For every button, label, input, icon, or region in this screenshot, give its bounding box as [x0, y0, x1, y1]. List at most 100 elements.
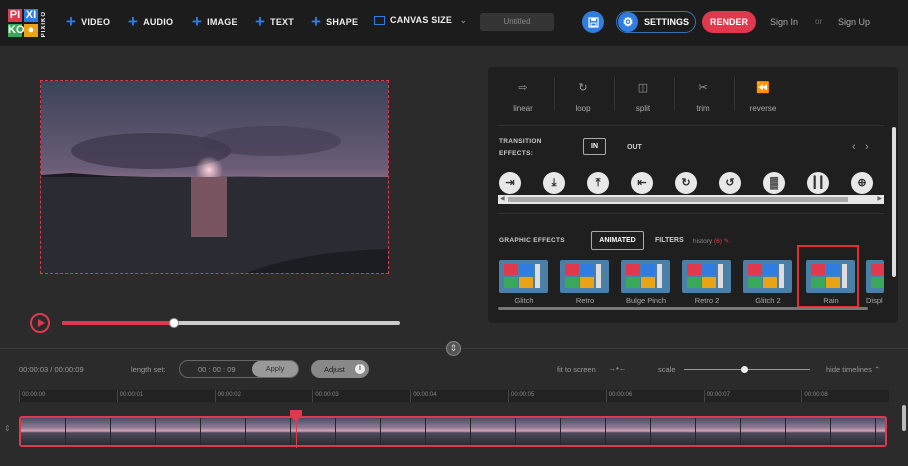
arrow-down-icon[interactable]: ⤓: [543, 172, 565, 194]
length-value[interactable]: 00 : 00 : 09: [198, 365, 236, 374]
effect-thumbnail[interactable]: [499, 260, 548, 293]
divider: [614, 77, 615, 111]
timeline-ruler[interactable]: 00:00:00 00:00:01 00:00:02 00:00:03 00:00:04…: [19, 390, 889, 402]
adjust-button[interactable]: Adjust i: [311, 360, 369, 378]
ruler-tick-line: [116, 390, 118, 402]
effect-thumbnail[interactable]: [866, 260, 884, 293]
timeline-scrollbar[interactable]: [902, 405, 906, 431]
ruler-tick-line: [214, 390, 216, 402]
ruler-tick-label: 00:00:08: [804, 392, 828, 398]
split-icon: ◫: [637, 82, 649, 94]
tool-trim[interactable]: ✂ trim: [676, 75, 730, 119]
settings-button[interactable]: ⚙ SETTINGS: [616, 11, 696, 33]
tab-in[interactable]: IN: [583, 138, 606, 155]
effect-label: Bulge Pinch: [625, 296, 667, 305]
filmstrip-frame: [876, 418, 885, 445]
length-input[interactable]: 00 : 00 : 09 Apply: [179, 360, 299, 378]
video-track-clip[interactable]: [19, 416, 887, 447]
ruler-tick-line: [801, 390, 803, 402]
rotate-cw-icon[interactable]: ↻: [675, 172, 697, 194]
rotate-ccw-icon[interactable]: ↺: [719, 172, 741, 194]
filmstrip-frame: [381, 418, 426, 445]
add-audio-button[interactable]: + AUDIO: [128, 12, 173, 31]
ruler-tick-label: 00:00:04: [413, 392, 437, 398]
tool-reverse[interactable]: ⏪ reverse: [736, 75, 790, 119]
chevron-left-icon[interactable]: ‹: [852, 141, 856, 153]
effect-label: Displ: [866, 296, 883, 305]
add-text-button[interactable]: + TEXT: [255, 13, 294, 30]
filmstrip-frame: [741, 418, 786, 445]
play-button[interactable]: [30, 313, 50, 333]
effect-thumbnail[interactable]: [743, 260, 792, 293]
tool-label: loop: [575, 104, 591, 113]
pixiko-logo-icon: [504, 264, 540, 288]
add-shape-button[interactable]: + SHAPE: [311, 12, 358, 31]
sign-up-link[interactable]: Sign Up: [838, 17, 870, 27]
fit-arrows-icon[interactable]: →•←: [608, 364, 627, 373]
ruler-tick-label: 00:00:07: [706, 392, 730, 398]
checker-fade-icon[interactable]: ▓: [763, 172, 785, 194]
transition-effects-label: TRANSITION EFFECTS:: [499, 136, 542, 160]
project-name-input[interactable]: Untitled: [480, 13, 554, 31]
scroll-left-icon[interactable]: ◀: [500, 195, 505, 202]
apply-button[interactable]: Apply: [252, 361, 298, 377]
plus-icon: +: [192, 12, 203, 31]
tab-out[interactable]: OUT: [627, 144, 642, 151]
fit-to-screen-button[interactable]: fit to screen: [557, 365, 596, 374]
panel-scrollbar[interactable]: [892, 127, 896, 277]
filmstrip-frame: [606, 418, 651, 445]
ruler-tick-line: [312, 390, 314, 402]
scale-slider[interactable]: [684, 366, 810, 373]
playhead-marker[interactable]: [289, 410, 302, 422]
chevron-up-icon: ⌃: [873, 365, 881, 374]
plus-icon: +: [128, 12, 139, 31]
zoom-in-icon[interactable]: ⊕: [851, 172, 873, 194]
info-icon[interactable]: i: [355, 364, 365, 374]
seek-knob[interactable]: [168, 318, 179, 328]
ruler-tick-line: [410, 390, 412, 402]
tool-linear[interactable]: ⇨ linear: [496, 75, 550, 119]
logo-tile: KO: [8, 24, 25, 37]
scale-slider-knob[interactable]: [741, 366, 749, 373]
tool-split[interactable]: ◫ split: [616, 75, 670, 119]
effect-thumbnail[interactable]: [621, 260, 670, 293]
seek-bar[interactable]: [62, 318, 400, 328]
render-button[interactable]: RENDER: [702, 11, 756, 33]
arrow-right-bar-icon[interactable]: ⇥: [499, 172, 521, 194]
gear-icon: ⚙: [618, 12, 638, 32]
effect-label: Retro: [575, 296, 595, 305]
arrow-up-icon[interactable]: ⤒: [587, 172, 609, 194]
canvas-size-dropdown[interactable]: CANVAS SIZE ⌄: [374, 15, 467, 25]
filmstrip-frame: [426, 418, 471, 445]
tool-label: split: [635, 104, 651, 113]
effect-thumbnail[interactable]: [682, 260, 731, 293]
loop-icon: ↻: [578, 82, 588, 94]
add-image-button[interactable]: + IMAGE: [192, 12, 238, 31]
video-preview[interactable]: [40, 80, 389, 274]
plus-icon: +: [311, 12, 322, 31]
effects-scrollbar[interactable]: [498, 307, 868, 310]
sign-in-link[interactable]: Sign In: [770, 17, 798, 27]
pixiko-logo[interactable]: PI XI KO ● PIXIKO: [8, 7, 48, 39]
history-link[interactable]: history (6) ✎: [693, 237, 729, 245]
add-video-button[interactable]: + VIDEO: [66, 13, 110, 30]
transition-scrollbar[interactable]: ◀ ▶: [498, 195, 884, 204]
chevron-right-icon[interactable]: ›: [865, 141, 869, 153]
hide-timelines-button[interactable]: hide timelines ⌃: [826, 365, 880, 374]
transition-label-line: TRANSITION: [499, 138, 542, 145]
save-button[interactable]: [582, 11, 604, 33]
effect-thumbnail[interactable]: [560, 260, 609, 293]
tool-loop[interactable]: ↻ loop: [556, 75, 610, 119]
tab-animated[interactable]: ANIMATED: [591, 231, 644, 250]
scroll-thumb[interactable]: [508, 197, 848, 202]
collapse-toggle-icon[interactable]: ⇕: [446, 341, 461, 356]
drag-handle-icon[interactable]: ⇕: [4, 424, 11, 433]
divider: [498, 125, 884, 126]
scroll-right-icon[interactable]: ▶: [877, 195, 882, 202]
ruler-tick-label: 00:00:05: [511, 392, 535, 398]
arrow-left-bar-icon[interactable]: ⇤: [631, 172, 653, 194]
tab-filters[interactable]: FILTERS: [655, 237, 684, 244]
canvas-size-label: CANVAS SIZE: [390, 15, 453, 25]
bars-icon[interactable]: ┃┃: [807, 172, 829, 194]
filmstrip-frame: [561, 418, 606, 445]
